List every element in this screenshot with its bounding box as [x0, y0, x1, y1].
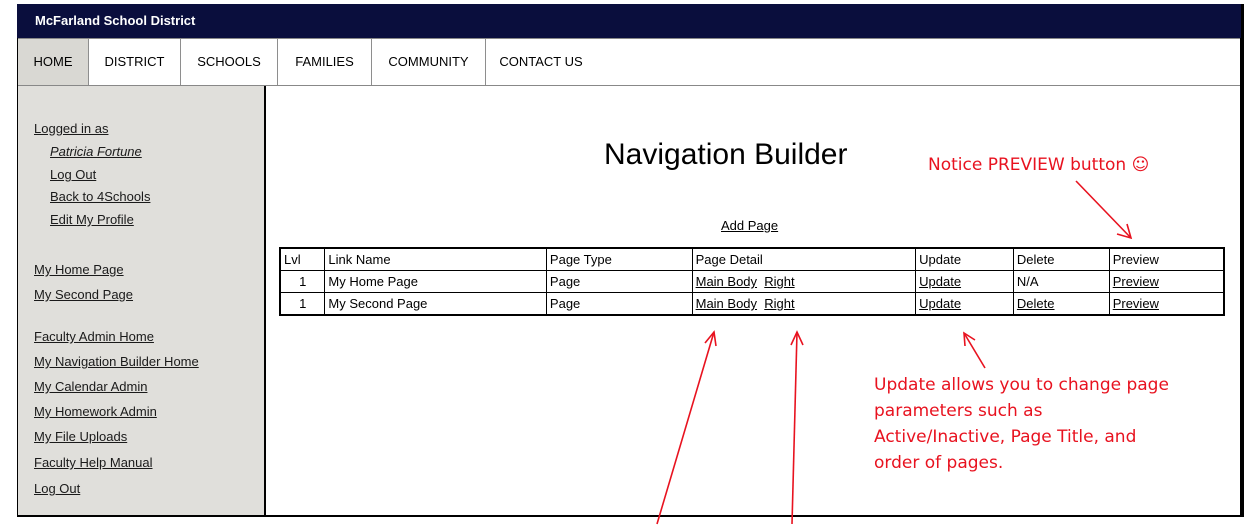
screenshot-frame: McFarland School District HOME DISTRICT …	[0, 0, 1244, 525]
arrow-to-right	[790, 330, 804, 525]
arrow-to-preview	[1075, 180, 1133, 240]
arrow-to-main-body	[656, 330, 717, 525]
annotation-arrows	[656, 180, 1133, 525]
arrow-to-update	[963, 331, 986, 369]
